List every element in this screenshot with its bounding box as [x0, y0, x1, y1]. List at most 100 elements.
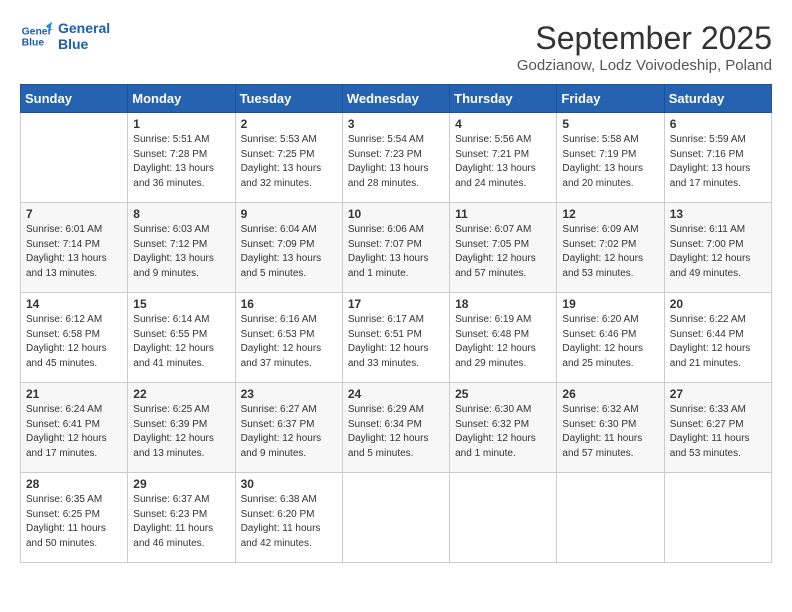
- title-block: September 2025 Godzianow, Lodz Voivodesh…: [517, 20, 772, 74]
- day-info: Sunrise: 5:51 AM Sunset: 7:28 PM Dayligh…: [133, 133, 229, 191]
- svg-text:General: General: [22, 26, 52, 37]
- day-info: Sunrise: 5:59 AM Sunset: 7:16 PM Dayligh…: [670, 133, 766, 191]
- header-day-saturday: Saturday: [664, 85, 771, 113]
- month-title: September 2025: [517, 20, 772, 57]
- calendar-cell: 30 Sunrise: 6:38 AM Sunset: 6:20 PM Dayli…: [235, 473, 342, 563]
- header-day-wednesday: Wednesday: [342, 85, 449, 113]
- day-number: 20: [670, 297, 766, 311]
- calendar-cell: 8 Sunrise: 6:03 AM Sunset: 7:12 PM Daylig…: [128, 203, 235, 293]
- day-number: 12: [562, 207, 658, 221]
- calendar-cell: [557, 473, 664, 563]
- calendar-cell: [21, 113, 128, 203]
- calendar-cell: 12 Sunrise: 6:09 AM Sunset: 7:02 PM Dayli…: [557, 203, 664, 293]
- day-number: 14: [26, 297, 122, 311]
- header-day-tuesday: Tuesday: [235, 85, 342, 113]
- calendar-cell: 16 Sunrise: 6:16 AM Sunset: 6:53 PM Dayli…: [235, 293, 342, 383]
- header-day-friday: Friday: [557, 85, 664, 113]
- day-number: 4: [455, 117, 551, 131]
- calendar-cell: 6Sunrise: 5:59 AM Sunset: 7:16 PM Daylig…: [664, 113, 771, 203]
- day-number: 26: [562, 387, 658, 401]
- week-row-2: 7 Sunrise: 6:01 AM Sunset: 7:14 PM Daylig…: [21, 203, 772, 293]
- calendar-cell: 9Sunrise: 6:04 AM Sunset: 7:09 PM Daylig…: [235, 203, 342, 293]
- page-header: General Blue General Blue September 2025…: [20, 20, 772, 74]
- calendar-cell: 25Sunrise: 6:30 AM Sunset: 6:32 PM Dayli…: [450, 383, 557, 473]
- day-info: Sunrise: 6:32 AM Sunset: 6:30 PM Dayligh…: [562, 403, 658, 461]
- day-info: Sunrise: 6:25 AM Sunset: 6:39 PM Dayligh…: [133, 403, 229, 461]
- day-info: Sunrise: 6:22 AM Sunset: 6:44 PM Dayligh…: [670, 313, 766, 371]
- day-number: 13: [670, 207, 766, 221]
- day-info: Sunrise: 6:37 AM Sunset: 6:23 PM Dayligh…: [133, 493, 229, 551]
- day-number: 18: [455, 297, 551, 311]
- day-info: Sunrise: 5:54 AM Sunset: 7:23 PM Dayligh…: [348, 133, 444, 191]
- day-info: Sunrise: 5:58 AM Sunset: 7:19 PM Dayligh…: [562, 133, 658, 191]
- day-info: Sunrise: 6:29 AM Sunset: 6:34 PM Dayligh…: [348, 403, 444, 461]
- calendar-header: SundayMondayTuesdayWednesdayThursdayFrid…: [21, 85, 772, 113]
- logo-line2: Blue: [58, 36, 110, 52]
- day-number: 24: [348, 387, 444, 401]
- calendar-table: SundayMondayTuesdayWednesdayThursdayFrid…: [20, 84, 772, 563]
- week-row-5: 28 Sunrise: 6:35 AM Sunset: 6:25 PM Dayli…: [21, 473, 772, 563]
- day-info: Sunrise: 6:24 AM Sunset: 6:41 PM Dayligh…: [26, 403, 122, 461]
- week-row-4: 21 Sunrise: 6:24 AM Sunset: 6:41 PM Dayli…: [21, 383, 772, 473]
- day-number: 21: [26, 387, 122, 401]
- day-number: 8: [133, 207, 229, 221]
- day-info: Sunrise: 6:20 AM Sunset: 6:46 PM Dayligh…: [562, 313, 658, 371]
- location-subtitle: Godzianow, Lodz Voivodeship, Poland: [517, 57, 772, 74]
- header-day-monday: Monday: [128, 85, 235, 113]
- day-info: Sunrise: 6:03 AM Sunset: 7:12 PM Dayligh…: [133, 223, 229, 281]
- calendar-cell: 22 Sunrise: 6:25 AM Sunset: 6:39 PM Dayli…: [128, 383, 235, 473]
- calendar-cell: 3 Sunrise: 5:54 AM Sunset: 7:23 PM Daylig…: [342, 113, 449, 203]
- calendar-cell: 10 Sunrise: 6:06 AM Sunset: 7:07 PM Dayli…: [342, 203, 449, 293]
- day-info: Sunrise: 6:11 AM Sunset: 7:00 PM Dayligh…: [670, 223, 766, 281]
- day-number: 9: [241, 207, 337, 221]
- day-number: 28: [26, 477, 122, 491]
- day-info: Sunrise: 6:01 AM Sunset: 7:14 PM Dayligh…: [26, 223, 122, 281]
- header-day-thursday: Thursday: [450, 85, 557, 113]
- day-number: 2: [241, 117, 337, 131]
- day-info: Sunrise: 6:12 AM Sunset: 6:58 PM Dayligh…: [26, 313, 122, 371]
- day-number: 27: [670, 387, 766, 401]
- day-info: Sunrise: 6:09 AM Sunset: 7:02 PM Dayligh…: [562, 223, 658, 281]
- calendar-cell: [450, 473, 557, 563]
- day-number: 23: [241, 387, 337, 401]
- calendar-cell: [664, 473, 771, 563]
- day-info: Sunrise: 6:16 AM Sunset: 6:53 PM Dayligh…: [241, 313, 337, 371]
- calendar-cell: 27 Sunrise: 6:33 AM Sunset: 6:27 PM Dayli…: [664, 383, 771, 473]
- day-info: Sunrise: 6:07 AM Sunset: 7:05 PM Dayligh…: [455, 223, 551, 281]
- day-number: 1: [133, 117, 229, 131]
- day-number: 10: [348, 207, 444, 221]
- calendar-cell: 15Sunrise: 6:14 AM Sunset: 6:55 PM Dayli…: [128, 293, 235, 383]
- day-number: 22: [133, 387, 229, 401]
- day-number: 7: [26, 207, 122, 221]
- calendar-cell: 19 Sunrise: 6:20 AM Sunset: 6:46 PM Dayli…: [557, 293, 664, 383]
- day-number: 29: [133, 477, 229, 491]
- day-number: 16: [241, 297, 337, 311]
- calendar-cell: 23 Sunrise: 6:27 AM Sunset: 6:37 PM Dayli…: [235, 383, 342, 473]
- header-row: SundayMondayTuesdayWednesdayThursdayFrid…: [21, 85, 772, 113]
- calendar-cell: [342, 473, 449, 563]
- calendar-cell: 11Sunrise: 6:07 AM Sunset: 7:05 PM Dayli…: [450, 203, 557, 293]
- calendar-cell: 2Sunrise: 5:53 AM Sunset: 7:25 PM Daylig…: [235, 113, 342, 203]
- day-number: 25: [455, 387, 551, 401]
- svg-text:Blue: Blue: [22, 38, 45, 49]
- day-info: Sunrise: 6:06 AM Sunset: 7:07 PM Dayligh…: [348, 223, 444, 281]
- day-info: Sunrise: 6:33 AM Sunset: 6:27 PM Dayligh…: [670, 403, 766, 461]
- day-number: 5: [562, 117, 658, 131]
- calendar-cell: 4Sunrise: 5:56 AM Sunset: 7:21 PM Daylig…: [450, 113, 557, 203]
- day-number: 19: [562, 297, 658, 311]
- calendar-cell: 29 Sunrise: 6:37 AM Sunset: 6:23 PM Dayli…: [128, 473, 235, 563]
- day-number: 30: [241, 477, 337, 491]
- week-row-3: 14 Sunrise: 6:12 AM Sunset: 6:58 PM Dayli…: [21, 293, 772, 383]
- calendar-body: 1 Sunrise: 5:51 AM Sunset: 7:28 PM Daylig…: [21, 113, 772, 563]
- calendar-cell: 13 Sunrise: 6:11 AM Sunset: 7:00 PM Dayli…: [664, 203, 771, 293]
- day-info: Sunrise: 6:38 AM Sunset: 6:20 PM Dayligh…: [241, 493, 337, 551]
- calendar-cell: 1 Sunrise: 5:51 AM Sunset: 7:28 PM Daylig…: [128, 113, 235, 203]
- day-number: 3: [348, 117, 444, 131]
- logo: General Blue General Blue: [20, 20, 110, 52]
- day-info: Sunrise: 6:27 AM Sunset: 6:37 PM Dayligh…: [241, 403, 337, 461]
- calendar-cell: 5 Sunrise: 5:58 AM Sunset: 7:19 PM Daylig…: [557, 113, 664, 203]
- day-info: Sunrise: 6:17 AM Sunset: 6:51 PM Dayligh…: [348, 313, 444, 371]
- day-number: 17: [348, 297, 444, 311]
- header-day-sunday: Sunday: [21, 85, 128, 113]
- day-info: Sunrise: 6:35 AM Sunset: 6:25 PM Dayligh…: [26, 493, 122, 551]
